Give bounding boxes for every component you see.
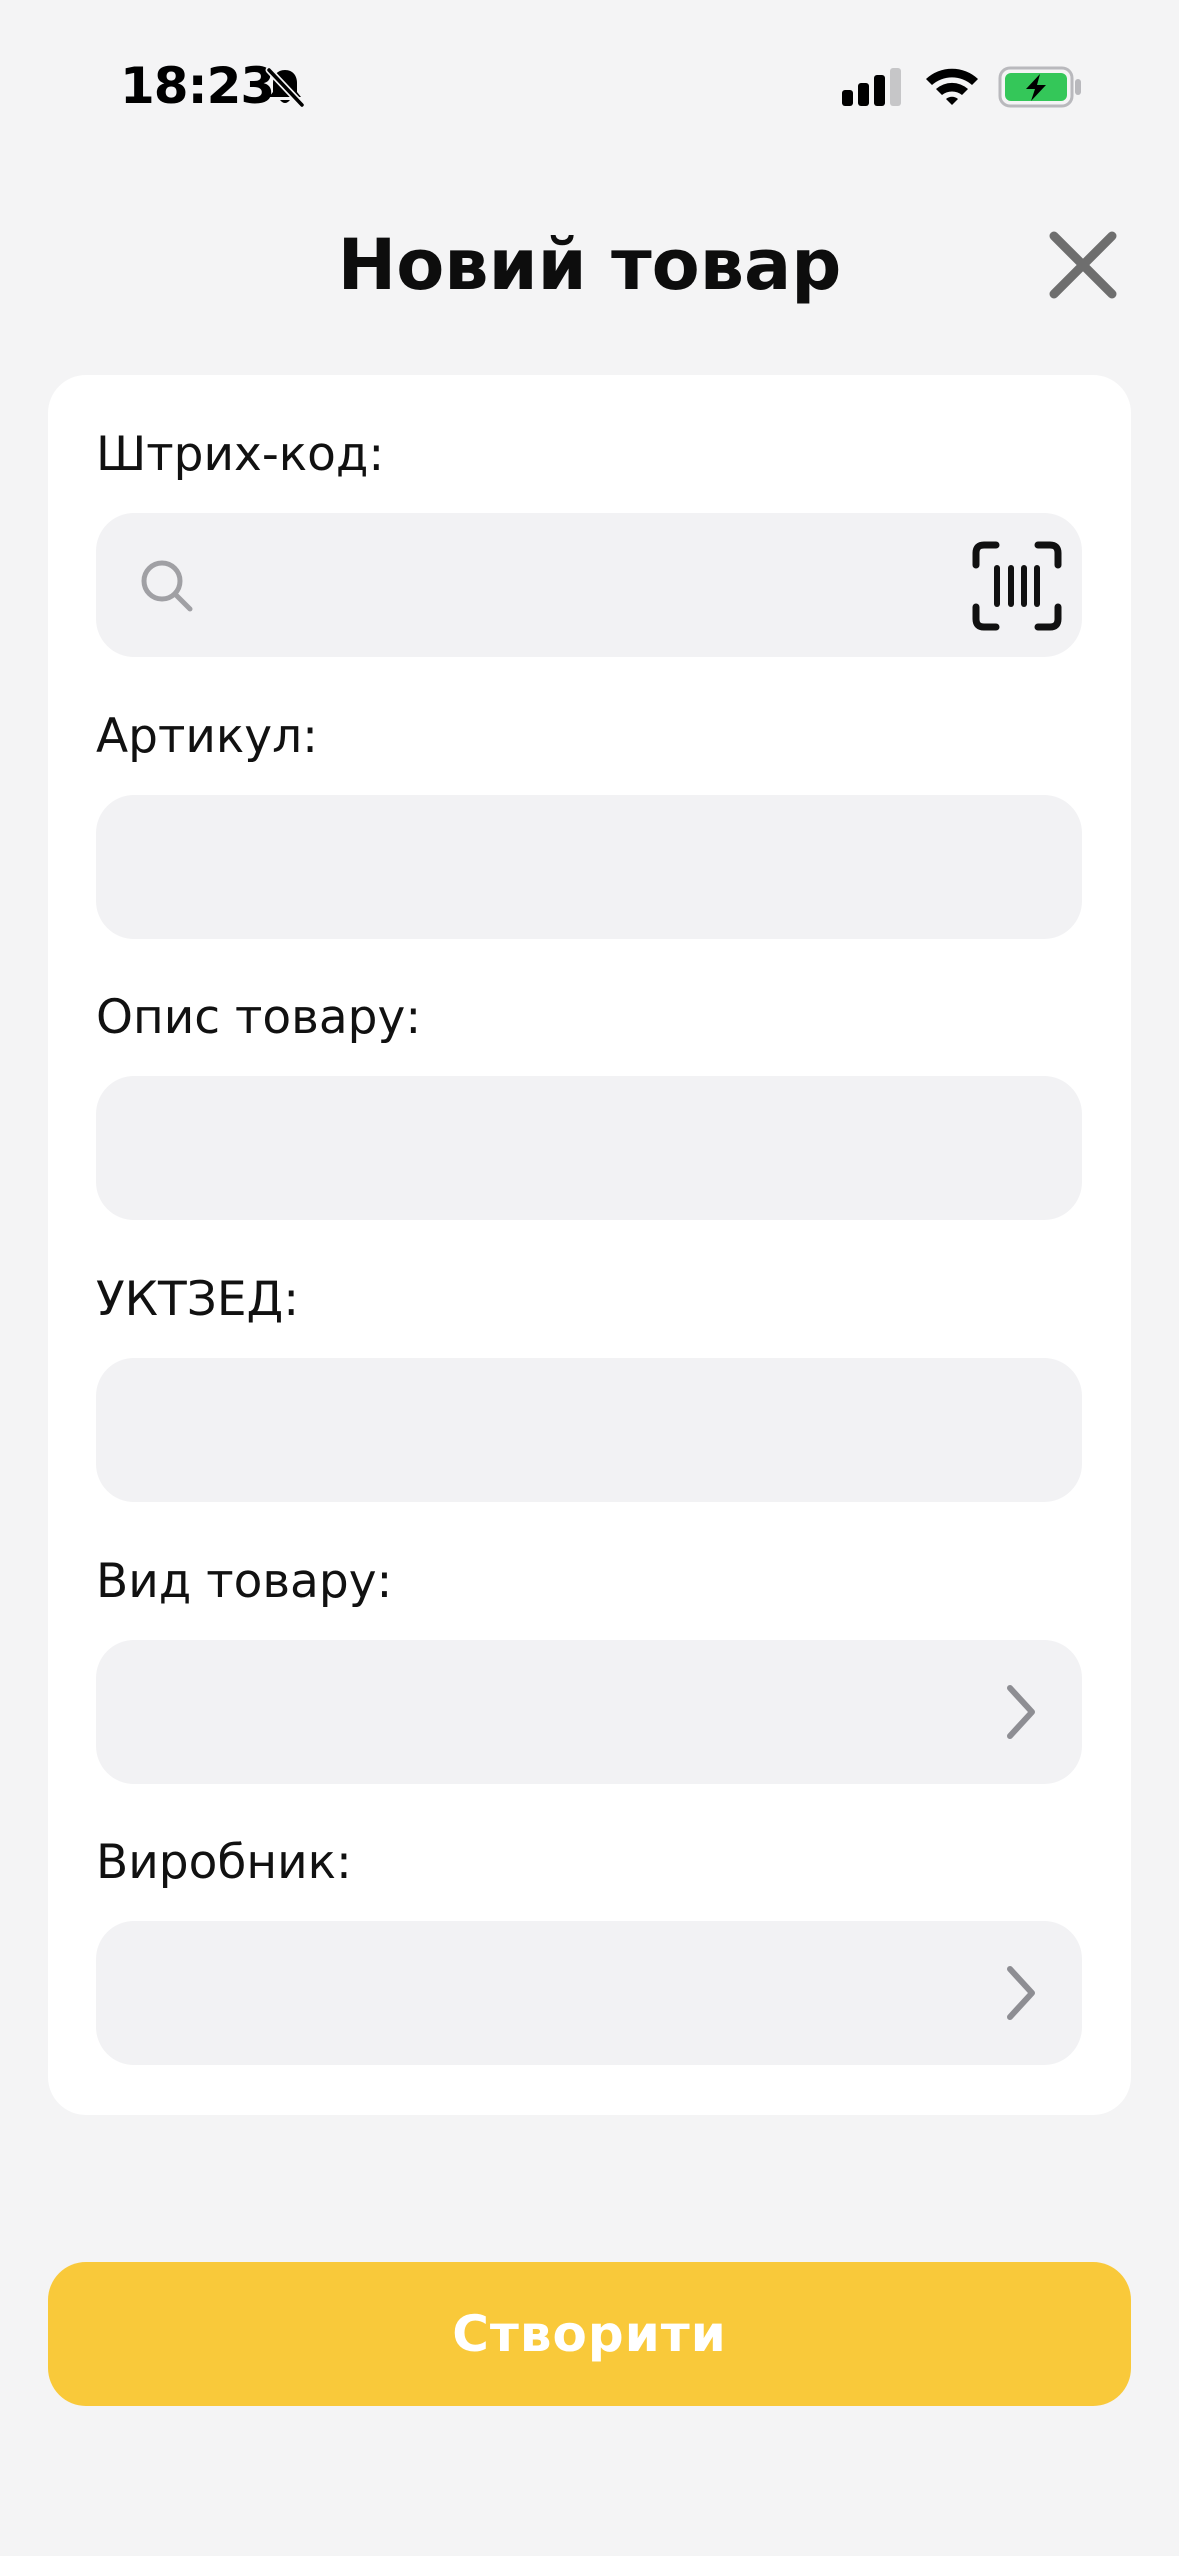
status-bar: 18:23 [0,0,1179,150]
description-label: Опис товару: [96,990,422,1045]
cellular-signal-icon [842,68,901,106]
product-type-label: Вид товару: [96,1554,393,1609]
barcode-scan-icon[interactable] [972,541,1062,631]
manufacturer-select[interactable] [96,1921,1082,2065]
chevron-right-icon [1007,1685,1035,1739]
barcode-search-input[interactable] [96,513,1082,657]
bell-slash-icon [265,66,306,109]
battery-charging-icon [998,66,1081,108]
wifi-icon [926,68,978,105]
page-title: Новий товар [337,224,842,306]
status-time: 18:23 [120,57,275,115]
description-input[interactable] [96,1076,1082,1220]
product-form-card: Штрих-код: Артикул: Опис товару: УКТЗЕД:… [48,375,1131,2115]
uktzed-input[interactable] [96,1358,1082,1502]
search-icon [141,560,193,612]
uktzed-label: УКТЗЕД: [96,1272,300,1327]
product-type-select[interactable] [96,1640,1082,1784]
barcode-label: Штрих-код: [96,427,385,482]
article-label: Артикул: [96,709,318,764]
chevron-right-icon [1007,1966,1035,2020]
article-input[interactable] [96,795,1082,939]
manufacturer-label: Виробник: [96,1835,352,1890]
close-icon[interactable] [1040,222,1126,308]
create-button[interactable]: Створити [48,2262,1131,2406]
